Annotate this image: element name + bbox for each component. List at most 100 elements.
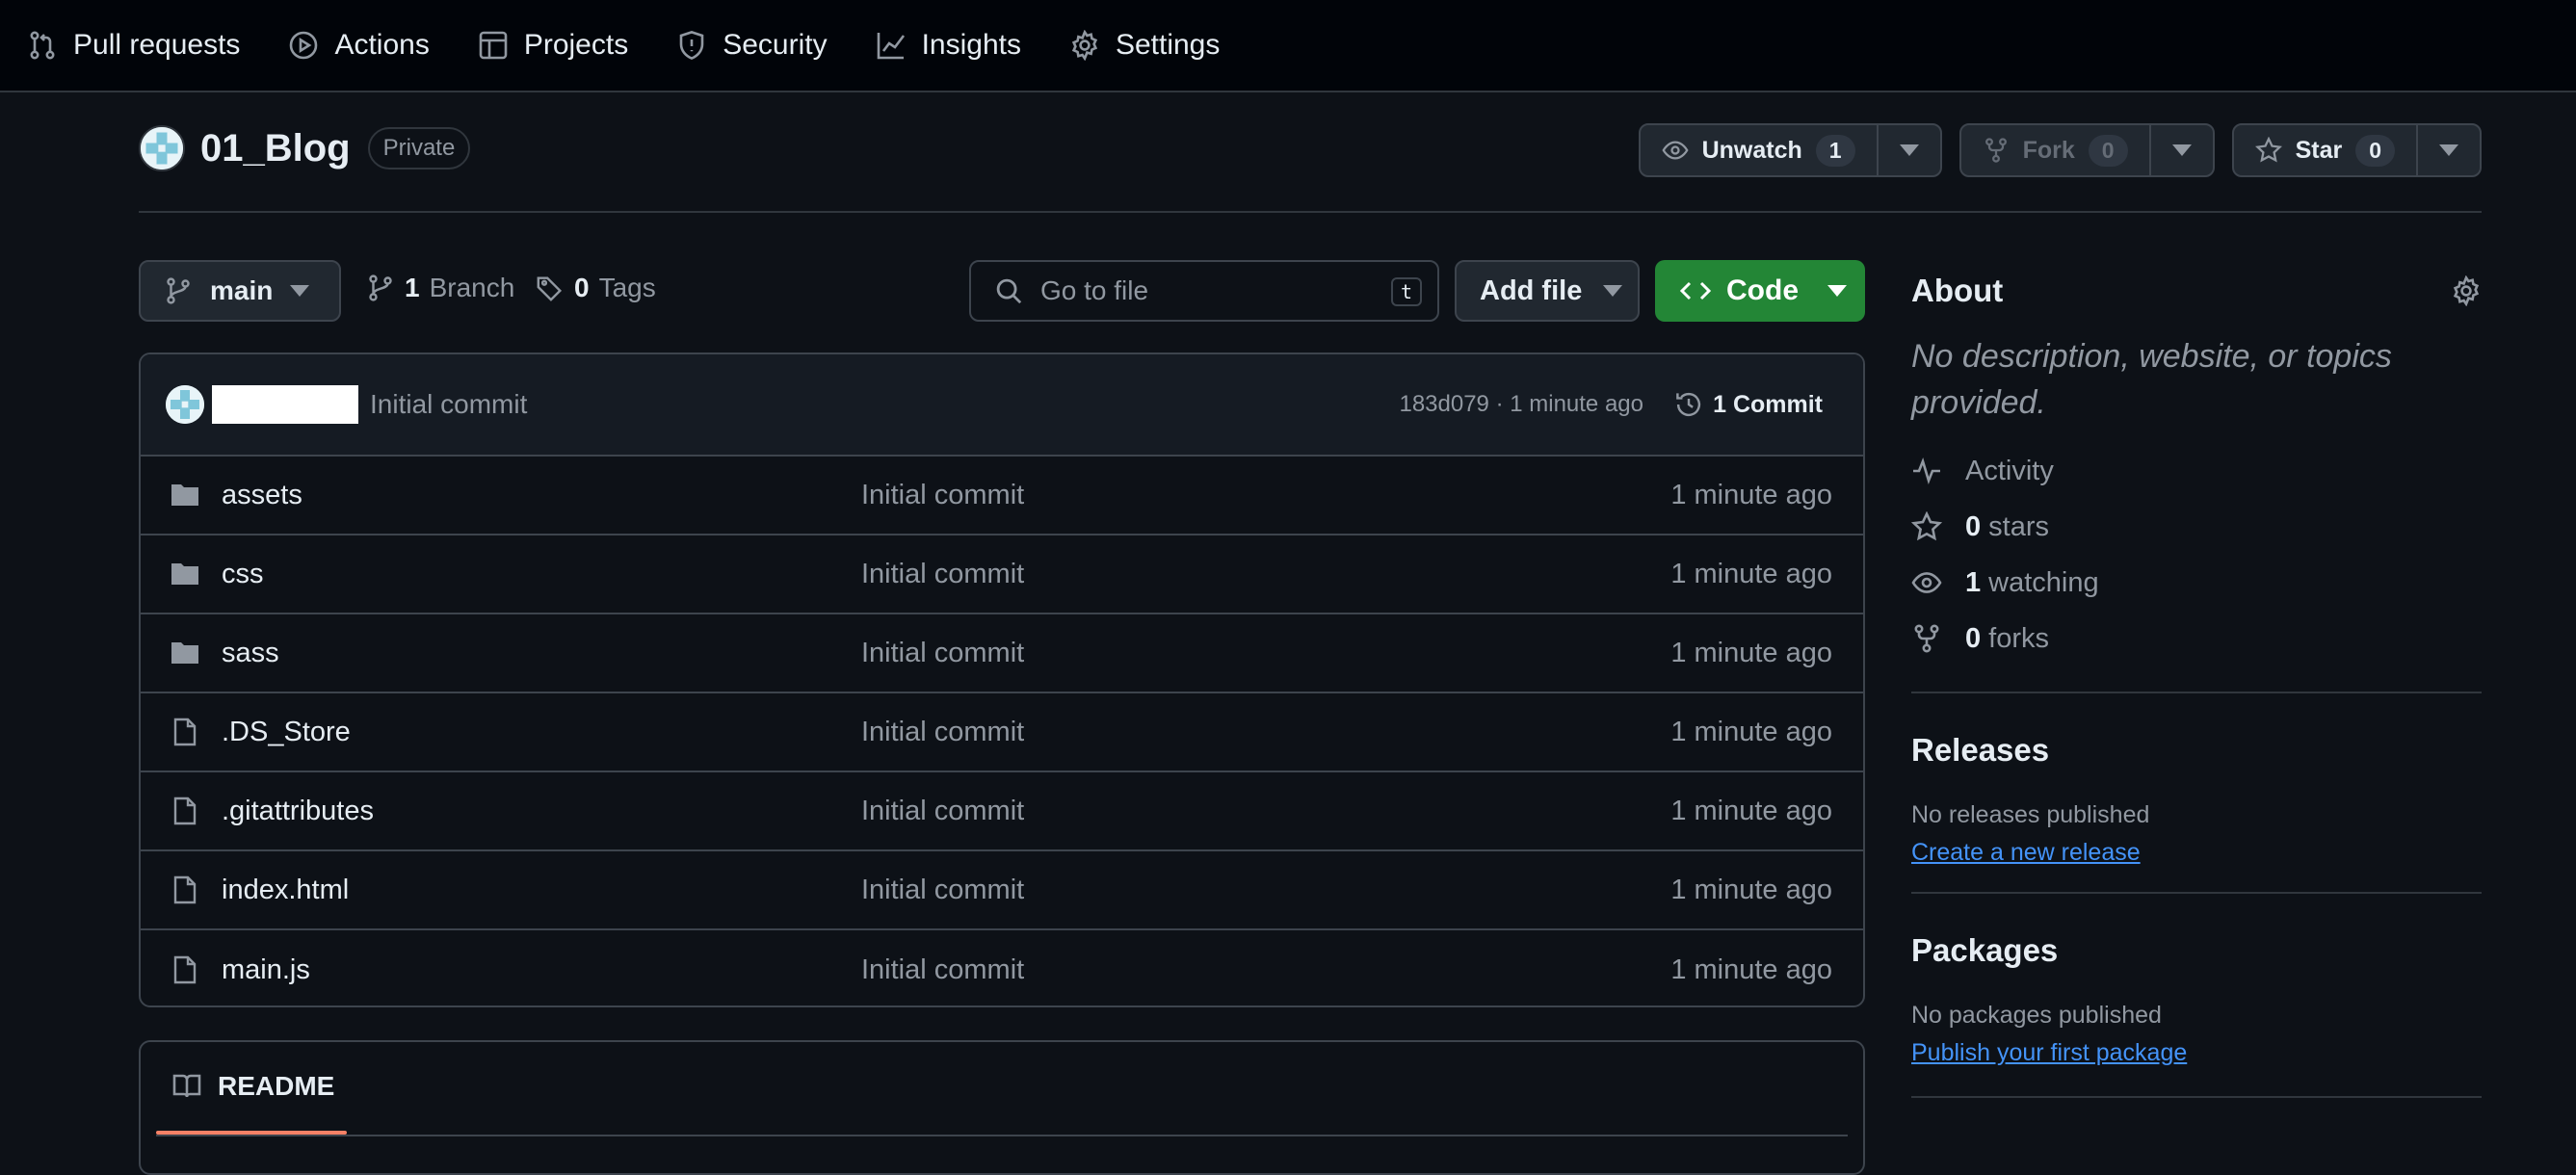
packages-note: No packages published [1911, 1002, 2162, 1029]
file-name[interactable]: .DS_Store [222, 717, 351, 748]
branch-icon [366, 274, 395, 302]
fork-button[interactable]: Fork 0 [1961, 125, 2149, 175]
releases-title[interactable]: Releases [1911, 732, 2482, 769]
fork-icon [1911, 623, 1942, 654]
visibility-badge: Private [367, 127, 471, 170]
file-name[interactable]: css [222, 559, 264, 590]
gear-icon [1069, 30, 1100, 61]
latest-commit-message[interactable]: Initial commit [370, 389, 527, 420]
file-commit-message[interactable]: Initial commit [861, 717, 1024, 748]
tag-count: 0 [574, 273, 590, 302]
nav-security[interactable]: Security [676, 29, 828, 62]
nav-label: Actions [334, 29, 430, 61]
search-icon [994, 276, 1023, 305]
file-row[interactable]: main.js Initial commit 1 minute ago [141, 930, 1863, 1005]
file-commit-message[interactable]: Initial commit [861, 875, 1024, 906]
tab-readme[interactable]: README [171, 1071, 334, 1102]
file-name[interactable]: sass [222, 638, 279, 669]
add-file-button[interactable]: Add file [1455, 260, 1640, 322]
nav-label: Security [723, 29, 828, 61]
commit-history-link[interactable]: 1 Commit [1674, 390, 1823, 419]
tags-link[interactable]: 0 Tags [536, 273, 656, 303]
nav-label: Settings [1115, 29, 1221, 61]
branch-selector[interactable]: main [139, 260, 341, 322]
unwatch-label: Unwatch [1701, 136, 1802, 164]
pulse-icon [1911, 456, 1942, 486]
about-description: No description, website, or topics provi… [1911, 338, 2392, 421]
committer-avatar[interactable] [166, 385, 204, 424]
file-name[interactable]: main.js [222, 954, 310, 986]
code-button[interactable]: Code [1655, 260, 1865, 322]
watching-text: 1 watching [1965, 566, 2099, 598]
fork-dropdown[interactable] [2148, 125, 2213, 175]
repo-sidebar: About No description, website, or topics… [1911, 260, 2482, 1136]
activity-link[interactable]: Activity [1911, 443, 2482, 499]
avatar[interactable] [139, 125, 185, 171]
branches-link[interactable]: 1 Branch [366, 273, 514, 303]
caret-down-icon [1827, 285, 1847, 297]
caret-down-icon [2171, 144, 2192, 156]
file-row[interactable]: .gitattributes Initial commit 1 minute a… [141, 772, 1863, 851]
about-header: About [1911, 260, 2482, 322]
file-commit-time: 1 minute ago [1670, 953, 1832, 985]
fork-label: Fork [2022, 136, 2075, 164]
go-to-file-input[interactable]: Go to file t [969, 260, 1439, 322]
caret-down-icon [290, 285, 310, 297]
add-file-label: Add file [1480, 274, 1583, 306]
create-release-link[interactable]: Create a new release [1911, 839, 2141, 867]
nav-pull-requests[interactable]: Pull requests [27, 29, 240, 62]
table-icon [478, 30, 509, 61]
star-dropdown[interactable] [2416, 125, 2480, 175]
packages-title[interactable]: Packages [1911, 932, 2482, 969]
eye-icon [1662, 137, 1689, 164]
file-name[interactable]: assets [222, 480, 302, 511]
nav-settings[interactable]: Settings [1069, 29, 1220, 62]
stars-link[interactable]: 0 stars [1911, 499, 2482, 555]
repo-name[interactable]: 01_Blog [200, 127, 351, 170]
file-row[interactable]: .DS_Store Initial commit 1 minute ago [141, 693, 1863, 772]
code-icon [1680, 275, 1711, 306]
latest-commit-meta[interactable]: 183d079 · 1 minute ago [1399, 391, 1643, 418]
file-icon [170, 717, 200, 747]
file-row[interactable]: assets Initial commit 1 minute ago [141, 457, 1863, 535]
file-icon [170, 796, 200, 826]
tag-icon [536, 274, 565, 302]
star-button-group: Star 0 [2231, 123, 2482, 177]
fork-icon [1983, 137, 2010, 164]
watch-dropdown[interactable] [1876, 125, 1940, 175]
nav-label: Insights [921, 29, 1021, 61]
file-commit-message[interactable]: Initial commit [861, 796, 1024, 827]
publish-package-link[interactable]: Publish your first package [1911, 1039, 2187, 1067]
watch-counter: 1 [1815, 134, 1855, 167]
search-placeholder: Go to file [1040, 275, 1149, 305]
watching-link[interactable]: 1 watching [1911, 555, 2482, 611]
file-name[interactable]: .gitattributes [222, 796, 374, 827]
code-label: Code [1726, 274, 1799, 306]
file-commit-message[interactable]: Initial commit [861, 480, 1024, 511]
file-commit-message[interactable]: Initial commit [861, 638, 1024, 669]
pull-request-icon [27, 30, 58, 61]
fork-button-group: Fork 0 [1958, 123, 2215, 177]
unwatch-button[interactable]: Unwatch 1 [1641, 125, 1877, 175]
file-icon [170, 875, 200, 905]
gear-icon[interactable] [2451, 275, 2482, 306]
branch-icon [164, 276, 193, 305]
file-row[interactable]: sass Initial commit 1 minute ago [141, 614, 1863, 693]
stars-text: 0 stars [1965, 510, 2049, 542]
shield-icon [676, 30, 707, 61]
file-commit-message[interactable]: Initial commit [861, 954, 1024, 986]
star-counter: 0 [2355, 134, 2395, 167]
file-row[interactable]: index.html Initial commit 1 minute ago [141, 851, 1863, 930]
graph-icon [876, 30, 907, 61]
file-commit-time: 1 minute ago [1670, 795, 1832, 826]
forks-link[interactable]: 0 forks [1911, 611, 2482, 666]
file-name[interactable]: index.html [222, 875, 349, 906]
nav-actions[interactable]: Actions [288, 29, 430, 62]
nav-projects[interactable]: Projects [478, 29, 628, 62]
file-commit-message[interactable]: Initial commit [861, 559, 1024, 590]
readme-divider [156, 1135, 1848, 1136]
nav-insights[interactable]: Insights [876, 29, 1021, 62]
file-row[interactable]: css Initial commit 1 minute ago [141, 535, 1863, 614]
redacted-author [212, 385, 358, 424]
star-button[interactable]: Star 0 [2234, 125, 2416, 175]
